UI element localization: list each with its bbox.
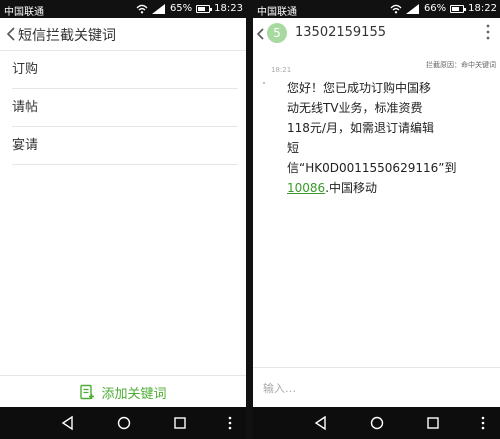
phone-link[interactable]: 10086 xyxy=(287,181,325,195)
message-tail: .中国移动 xyxy=(325,181,378,195)
carrier-label: 中国联通 xyxy=(4,7,44,18)
nav-home-icon[interactable] xyxy=(369,415,385,431)
signal-icon xyxy=(405,3,419,14)
nav-recents-icon[interactable] xyxy=(172,415,188,431)
message-line: 动无线TV业务，标准资费 xyxy=(287,101,423,115)
page-title: 短信拦截关键词 xyxy=(18,28,116,44)
more-icon[interactable] xyxy=(486,24,490,40)
bullet-dot xyxy=(263,82,265,84)
battery-percent: 65% xyxy=(169,3,193,14)
add-note-icon xyxy=(80,384,95,400)
nav-menu-icon[interactable] xyxy=(475,415,491,431)
battery-icon xyxy=(450,4,467,13)
keyword-item[interactable]: 请帖 xyxy=(12,89,238,127)
wifi-icon xyxy=(136,4,148,13)
add-keyword-label: 添加关键词 xyxy=(101,386,167,402)
keyword-list: 订购 请帖 宴请 xyxy=(0,51,246,165)
clock: 18:22 xyxy=(468,3,497,14)
sender-number: 13502159155 xyxy=(295,25,386,40)
message-body[interactable]: 您好！您已成功订购中国移 动无线TV业务，标准资费 118元/月，如需退订请编辑… xyxy=(287,78,487,198)
block-reason: 拦截原因：命中关键词 xyxy=(426,61,496,69)
message-line: 10086.中国移动 xyxy=(287,178,487,198)
avatar[interactable]: 5 xyxy=(267,23,287,43)
message-line: 您好！您已成功订购中国移 xyxy=(287,81,432,95)
nav-bar xyxy=(0,407,246,439)
message-line: 信“HK0D0011550629116”到 xyxy=(287,161,457,175)
wifi-icon xyxy=(390,4,402,13)
status-bar: 中国联通 66% 18:22 xyxy=(253,0,500,18)
nav-recents-icon[interactable] xyxy=(425,415,441,431)
nav-back-icon[interactable] xyxy=(60,415,76,431)
message-line: 118元/月，如需退订请编辑 xyxy=(287,121,434,135)
carrier-label: 中国联通 xyxy=(257,7,297,18)
battery-percent: 66% xyxy=(423,3,447,14)
keyword-screen: 中国联通 65% 18:23 短信拦截关键词 订购 请帖 宴请 添加关键词 xyxy=(0,0,246,439)
nav-home-icon[interactable] xyxy=(116,415,132,431)
message-screen: 中国联通 66% 18:22 5 13502159155 拦截原因：命中关键词 … xyxy=(253,0,500,439)
message-line: 短 xyxy=(287,141,300,155)
message-input[interactable]: 输入… xyxy=(253,367,500,408)
battery-icon xyxy=(196,4,213,13)
clock: 18:23 xyxy=(214,3,243,14)
nav-back-icon[interactable] xyxy=(313,415,329,431)
add-keyword-button[interactable]: 添加关键词 xyxy=(0,375,246,408)
keyword-item[interactable]: 宴请 xyxy=(12,127,238,165)
message-time: 18:21 xyxy=(271,66,292,74)
nav-menu-icon[interactable] xyxy=(222,415,238,431)
input-placeholder: 输入… xyxy=(263,382,296,395)
nav-bar xyxy=(253,407,500,439)
back-icon[interactable] xyxy=(255,26,267,42)
signal-icon xyxy=(151,3,165,14)
status-bar: 中国联通 65% 18:23 xyxy=(0,0,246,18)
keyword-item[interactable]: 订购 xyxy=(12,51,238,89)
app-bar: 短信拦截关键词 xyxy=(0,18,246,51)
